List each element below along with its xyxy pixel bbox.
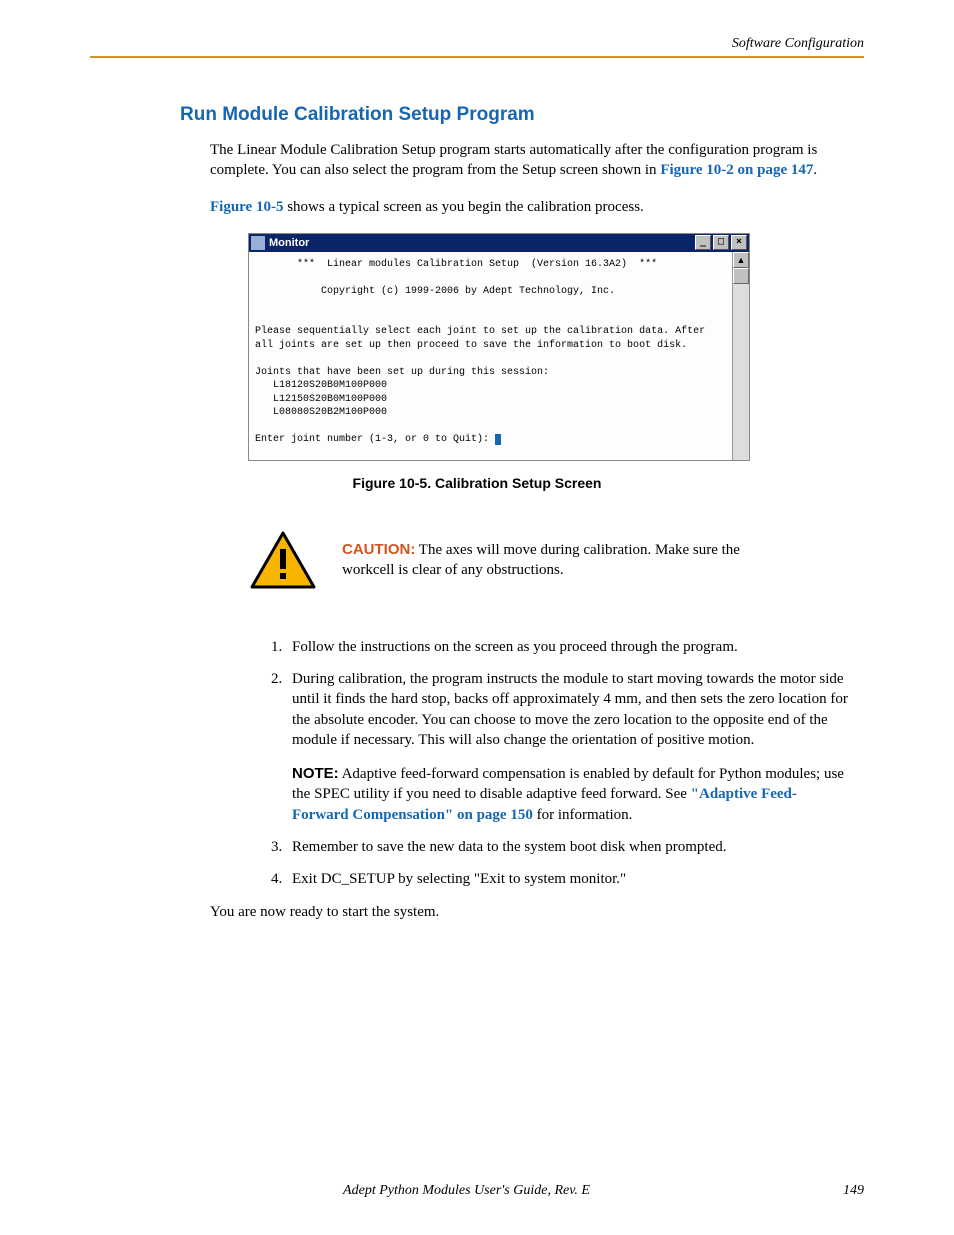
- step-2-text: During calibration, the program instruct…: [292, 671, 848, 748]
- figure-10-5-link[interactable]: Figure 10-5: [210, 199, 283, 215]
- term-line-prompt: Enter joint number (1-3, or 0 to Quit):: [255, 434, 495, 445]
- term-line-joints: Joints that have been set up during this…: [255, 367, 549, 378]
- term-line-j2: L12150S20B0M100P000: [255, 394, 387, 405]
- minimize-button[interactable]: _: [695, 235, 711, 250]
- figure-caption: Figure 10-5. Calibration Setup Screen: [90, 475, 864, 491]
- term-line-instr2: all joints are set up then proceed to sa…: [255, 340, 687, 351]
- term-line-copyright: Copyright (c) 1999-2006 by Adept Technol…: [255, 286, 615, 297]
- scrollbar[interactable]: ▲: [732, 252, 749, 460]
- note-text-b: for information.: [533, 807, 633, 823]
- monitor-window: Monitor _ □ × *** Linear modules Calibra…: [248, 233, 750, 461]
- page-number: 149: [843, 1183, 864, 1199]
- window-title: Monitor: [269, 237, 695, 249]
- term-line-j1: L18120S20B0M100P000: [255, 380, 387, 391]
- section-heading: Run Module Calibration Setup Program: [90, 104, 864, 126]
- running-head: Software Configuration: [90, 36, 864, 52]
- titlebar: Monitor _ □ ×: [249, 234, 749, 252]
- terminal-output: *** Linear modules Calibration Setup (Ve…: [249, 252, 732, 460]
- caution-text: CAUTION: The axes will move during calib…: [342, 540, 784, 581]
- scroll-thumb[interactable]: [733, 268, 749, 284]
- footer-doc-title: Adept Python Modules User's Guide, Rev. …: [343, 1183, 590, 1199]
- step-4: Exit DC_SETUP by selecting "Exit to syst…: [286, 869, 848, 889]
- terminal-cursor: [495, 434, 501, 445]
- page-footer: Adept Python Modules User's Guide, Rev. …: [90, 1183, 864, 1199]
- maximize-button[interactable]: □: [713, 235, 729, 250]
- lead-paragraph: Figure 10-5 shows a typical screen as yo…: [210, 197, 856, 217]
- caution-block: CAUTION: The axes will move during calib…: [90, 531, 864, 589]
- close-button[interactable]: ×: [731, 235, 747, 250]
- step-1: Follow the instructions on the screen as…: [286, 637, 848, 657]
- note-label: NOTE:: [292, 765, 339, 782]
- lead-text: shows a typical screen as you begin the …: [283, 199, 643, 215]
- intro-paragraph: The Linear Module Calibration Setup prog…: [210, 140, 856, 181]
- closing-text: You are now ready to start the system.: [90, 904, 864, 921]
- step-3: Remember to save the new data to the sys…: [286, 837, 848, 857]
- procedure-list: Follow the instructions on the screen as…: [90, 637, 864, 890]
- caution-label: CAUTION:: [342, 541, 415, 558]
- step-2: During calibration, the program instruct…: [286, 669, 848, 825]
- header-rule: [90, 56, 864, 58]
- figure-10-2-link[interactable]: Figure 10-2 on page 147: [660, 162, 813, 178]
- scroll-up-button[interactable]: ▲: [733, 252, 749, 268]
- term-line-instr1: Please sequentially select each joint to…: [255, 326, 705, 337]
- app-icon: [251, 236, 265, 250]
- term-line-j3: L08080S20B2M100P000: [255, 407, 387, 418]
- figure-10-5: Monitor _ □ × *** Linear modules Calibra…: [90, 233, 864, 461]
- warning-triangle-icon: [250, 531, 316, 589]
- term-line-header: *** Linear modules Calibration Setup (Ve…: [255, 259, 657, 270]
- intro-text-b: .: [813, 162, 817, 178]
- note-block: NOTE: Adaptive feed-forward compensation…: [292, 764, 848, 825]
